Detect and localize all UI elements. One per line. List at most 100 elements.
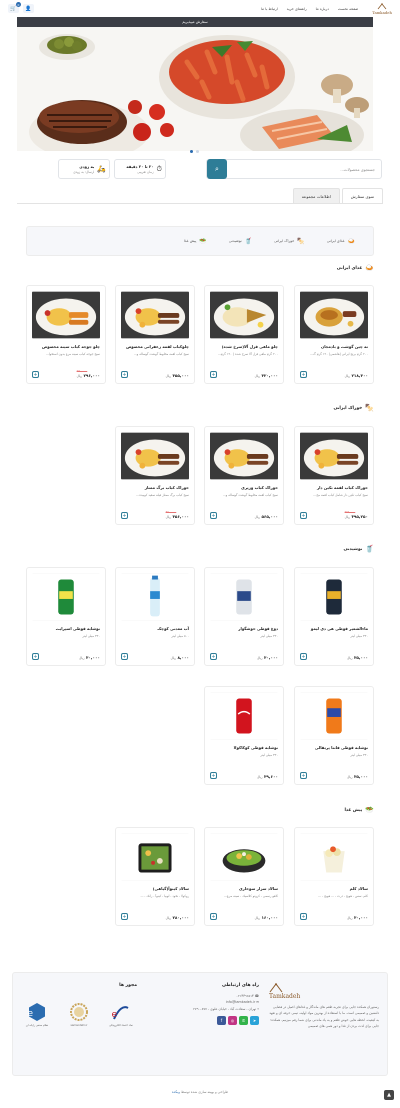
product-name[interactable]: آب معدنی کوچک xyxy=(116,626,194,631)
product-card[interactable]: دوغ قوطی خوشگوار ۳۳۰ میلی لیتر ۳۰,۰۰۰ ریال… xyxy=(204,567,284,666)
enamad-logo-icon: e xyxy=(111,1006,129,1020)
add-to-cart-button[interactable]: + xyxy=(121,371,128,378)
product-image[interactable] xyxy=(210,573,278,621)
credits-brand-link[interactable]: وبکده xyxy=(172,1090,180,1094)
product-price: ۳۵,۰۰۰ ریال xyxy=(347,655,368,660)
product-card[interactable]: خوراک کباب وزیری سیخ کباب لقمه مخلوط گوشت… xyxy=(204,426,284,525)
product-card[interactable]: چلوکباب لقمه زعفرانی مخصوص سیخ کباب لقمه … xyxy=(115,285,195,384)
tab-info[interactable]: اطلاعات مجموعه xyxy=(292,188,340,203)
slider-dot[interactable] xyxy=(190,150,193,153)
price-value: ۸,۰۰۰ xyxy=(177,655,189,660)
product-card[interactable]: ماءالشعیر قوطی هی دی لیمو ۳۳۰ میلی لیتر ۳۵… xyxy=(294,567,374,666)
computer-guild-badge[interactable]: e نظام صنفی رایانه ای xyxy=(21,1002,53,1027)
nav-contact[interactable]: ارتباط با ما xyxy=(261,7,278,11)
rice-icon: 🍛 xyxy=(365,264,374,272)
product-description: سیخ کباب تکین دار شامل کباب لقمه مخ... xyxy=(313,493,368,497)
samandehi-badge[interactable]: samandehi.ir xyxy=(63,1002,95,1027)
add-to-cart-button[interactable]: + xyxy=(300,371,307,378)
nav-guide[interactable]: راهنمای خرید xyxy=(287,7,307,11)
product-image[interactable] xyxy=(121,291,189,339)
add-to-cart-button[interactable]: + xyxy=(32,653,39,660)
product-card[interactable]: نوشابه قوطی کوکاکولا ۳۳۰ میلی لیتر ۳۹,۶۰۰ … xyxy=(204,686,284,785)
product-image[interactable] xyxy=(210,291,278,339)
user-button[interactable]: 👤 xyxy=(23,4,34,13)
product-image[interactable] xyxy=(300,432,368,480)
product-image[interactable] xyxy=(121,432,189,480)
nav-home[interactable]: صفحه نخست xyxy=(338,7,358,11)
product-image[interactable] xyxy=(210,692,278,740)
product-card[interactable]: آب معدنی کوچک ۵۰۰ میلی لیتر ۸,۰۰۰ ریال + xyxy=(115,567,195,666)
add-to-cart-button[interactable]: + xyxy=(210,913,217,920)
add-to-cart-button[interactable]: + xyxy=(210,653,217,660)
add-to-cart-button[interactable]: + xyxy=(300,653,307,660)
product-image[interactable] xyxy=(121,833,189,881)
product-image[interactable] xyxy=(32,291,100,339)
product-card[interactable]: خوراک کباب لقمه تکین دار سیخ کباب تکین دا… xyxy=(294,426,374,525)
product-name[interactable]: خوراک کباب برگ ممتاز xyxy=(116,485,194,490)
product-name[interactable]: چلوکباب لقمه زعفرانی مخصوص xyxy=(116,344,194,349)
facebook-icon[interactable]: f xyxy=(217,1015,226,1025)
product-card[interactable]: سالاد کلم کلم، سس ، هویج ، ذرت ، ... هویج… xyxy=(294,827,374,926)
add-to-cart-button[interactable]: + xyxy=(121,653,128,660)
product-name[interactable]: سالاد کینوآ(گیاهی) xyxy=(116,886,194,891)
add-to-cart-button[interactable]: + xyxy=(210,772,217,779)
product-card[interactable]: ته چین گوشت و بادمجان ۲۰۰ گرم برنج ایرانی… xyxy=(294,285,374,384)
product-name[interactable]: ماءالشعیر قوطی هی دی لیمو xyxy=(295,626,373,631)
product-image[interactable] xyxy=(300,573,368,621)
product-card[interactable]: چلو جوجه کباب سینه مخصوص سیخ جوجه کباب سی… xyxy=(26,285,106,384)
add-to-cart-button[interactable]: + xyxy=(300,512,307,519)
currency-label: ریال xyxy=(165,515,171,519)
whatsapp-icon[interactable]: ✆ xyxy=(239,1015,248,1025)
logo-mark-icon xyxy=(269,983,283,993)
search-button[interactable]: ⌕ xyxy=(207,159,227,179)
product-image[interactable] xyxy=(300,692,368,740)
product-name[interactable]: ته چین گوشت و بادمجان xyxy=(295,344,373,349)
product-name[interactable]: دوغ قوطی خوشگوار xyxy=(205,626,283,631)
nav-about[interactable]: درباره ما xyxy=(316,7,329,11)
telegram-icon[interactable]: ➤ xyxy=(250,1015,259,1025)
instagram-icon[interactable]: ◎ xyxy=(228,1015,237,1025)
category-drinks[interactable]: 🥤 نوشیدنی xyxy=(229,238,252,245)
product-card[interactable]: نوشابه قوطی اسپرایت ۳۳۰ میلی لیتر ۳۰,۰۰۰ ر… xyxy=(26,567,106,666)
product-name[interactable]: نوشابه قوطی اسپرایت xyxy=(27,626,105,631)
add-to-cart-button[interactable]: + xyxy=(300,913,307,920)
site-logo[interactable]: Tamkadeh xyxy=(372,2,392,15)
product-name[interactable]: چلو ماهی قزل آلا(سرخ شده) xyxy=(205,344,283,349)
category-persian-food[interactable]: 🍛 غذای ایرانی xyxy=(327,238,355,245)
product-card[interactable]: چلو ماهی قزل آلا(سرخ شده) ۲۰۰ گرم ماهی قز… xyxy=(204,285,284,384)
add-to-cart-button[interactable]: + xyxy=(32,371,39,378)
currency-label: ریال xyxy=(347,916,353,920)
cart-button[interactable]: 🛒 0 xyxy=(8,2,21,13)
product-card[interactable]: سالاد سزار سوخاری کاهو رسمی ، کروتو کلاسی… xyxy=(204,827,284,926)
add-to-cart-button[interactable]: + xyxy=(300,772,307,779)
product-name[interactable]: سالاد سزار سوخاری xyxy=(205,886,283,891)
product-name[interactable]: نوشابه قوطی فانتا پرتقالی xyxy=(295,745,373,750)
add-to-cart-button[interactable]: + xyxy=(121,913,128,920)
product-image[interactable] xyxy=(32,573,100,621)
product-name[interactable]: نوشابه قوطی کوکاکولا xyxy=(205,745,283,750)
product-footer: ۴۲۰,۰۰۰ ریال + xyxy=(210,371,278,378)
product-image[interactable] xyxy=(300,833,368,881)
hero-slider[interactable] xyxy=(17,27,373,151)
product-image[interactable] xyxy=(300,291,368,339)
product-name[interactable]: چلو جوجه کباب سینه مخصوص xyxy=(27,344,105,349)
enamad-badge[interactable]: e نماد اعتماد الکترونیکی xyxy=(105,1002,137,1027)
product-image[interactable] xyxy=(210,833,278,881)
slider-dot[interactable] xyxy=(196,150,199,153)
product-card[interactable]: نوشابه قوطی فانتا پرتقالی ۳۳۰ میلی لیتر ۳۵… xyxy=(294,686,374,785)
category-appetizer[interactable]: 🥗 پیش غذا xyxy=(184,238,207,245)
product-card[interactable]: سالاد کینوآ(گیاهی) روکولا ، نخود ، لوبیا … xyxy=(115,827,195,926)
product-image[interactable] xyxy=(121,573,189,621)
product-image[interactable] xyxy=(210,432,278,480)
add-to-cart-button[interactable]: + xyxy=(210,371,217,378)
add-to-cart-button[interactable]: + xyxy=(121,512,128,519)
category-persian-dish[interactable]: 🍢 خوراک ایرانی xyxy=(274,238,305,245)
scroll-to-top-button[interactable]: ▲ xyxy=(384,1090,394,1100)
tab-menu[interactable]: منوی سفارش xyxy=(341,188,383,203)
product-name[interactable]: خوراک کباب لقمه تکین دار xyxy=(295,485,373,490)
product-card[interactable]: خوراک کباب برگ ممتاز سیخ کباب برگ ممتاز ف… xyxy=(115,426,195,525)
product-name[interactable]: خوراک کباب وزیری xyxy=(205,485,283,490)
search-input[interactable]: جستجوی محصولات... xyxy=(227,167,381,172)
product-name[interactable]: سالاد کلم xyxy=(295,886,373,891)
add-to-cart-button[interactable]: + xyxy=(210,512,217,519)
